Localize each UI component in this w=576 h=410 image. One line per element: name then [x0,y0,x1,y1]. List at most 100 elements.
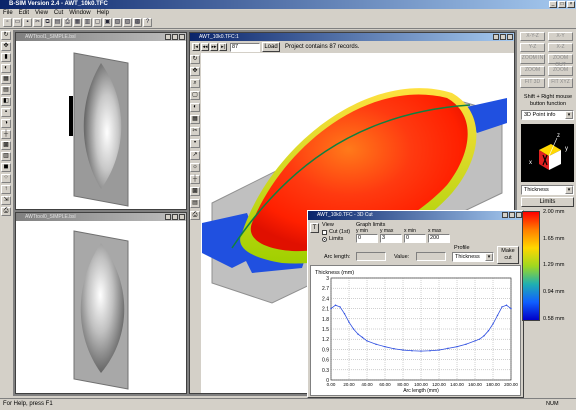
fit-3d-button[interactable]: FIT 3D [520,78,545,88]
tool-axis-icon[interactable]: ┼ [1,130,11,139]
help-icon[interactable]: ? [143,18,152,27]
dlg-max-button[interactable] [509,212,515,218]
tool-view-bottom-left[interactable] [16,221,186,393]
win-min-button[interactable] [493,34,499,40]
window-bottom-left-title[interactable]: AWTtool0_SIMPLE.bsl [16,213,186,221]
print-icon[interactable]: ⎙ [63,18,72,27]
win-max-button[interactable] [172,34,178,40]
view-layer-icon[interactable]: ▤ [190,199,200,208]
limits-button[interactable]: Limits [521,197,574,207]
print-preview-icon[interactable]: ▩ [133,18,142,27]
chevron-down-icon[interactable]: ▾ [485,253,493,261]
view-rotate-icon[interactable]: ↻ [190,55,200,64]
view-light-icon[interactable]: ☼ [190,163,200,172]
zoom-out-button[interactable]: ZOOM OUT [548,54,573,68]
chevron-down-icon[interactable]: ▾ [565,111,573,119]
win-close-button[interactable] [507,34,513,40]
cut-first-option[interactable]: Cut (1st) [322,229,350,235]
tool-fill-icon[interactable]: ◼ [1,163,11,172]
xmin-input[interactable]: 0 [404,234,426,243]
prev-record-button[interactable]: ◂◂ [201,43,209,51]
tool-wire-icon[interactable]: ▥ [1,152,11,161]
view-fit-icon[interactable]: ▢ [190,91,200,100]
menu-cut[interactable]: Cut [54,9,63,17]
tool-shade-icon[interactable]: ◐ [1,64,11,73]
view-zoom-icon[interactable]: ⌕ [190,79,200,88]
copy-icon[interactable]: ⧉ [43,18,52,27]
win-close-button[interactable] [179,34,185,40]
view-point-icon[interactable]: • [190,139,200,148]
last-record-button[interactable]: ▸| [219,43,227,51]
zoom-window-button[interactable]: ZOOM [520,66,545,76]
first-record-button[interactable]: |◂ [192,43,200,51]
win-max-button[interactable] [172,214,178,220]
ymin-input[interactable]: 0 [356,234,378,243]
record-number-input[interactable]: 87 [230,43,260,52]
view-axis-icon[interactable]: ┼ [190,175,200,184]
tool-rotate-icon[interactable]: ↻ [1,31,11,40]
tile-icon[interactable]: ▥ [83,18,92,27]
tool-export-icon[interactable]: ⇲ [1,196,11,205]
tool-normal-icon[interactable]: ↑ [1,185,11,194]
dialog-tool-icon[interactable]: T [310,223,319,233]
save-icon[interactable]: ▪ [23,18,32,27]
load-button[interactable]: Load [262,42,280,52]
window-bottom-left[interactable]: AWTtool0_SIMPLE.bsl [15,212,187,394]
orientation-cube[interactable]: z y x [521,124,574,182]
view-xz-button[interactable]: X-Z [548,43,573,52]
view-xyz-button[interactable]: X-Y-Z [520,32,545,41]
maximize-button[interactable]: □ [558,1,566,8]
tool-points-icon[interactable]: ⁘ [1,174,11,183]
win-min-button[interactable] [165,34,171,40]
make-cut-button[interactable]: Make cut [497,246,519,264]
tool-measure-icon[interactable]: ◧ [1,97,11,106]
tool-node-icon[interactable]: ▪ [1,108,11,117]
variable-select[interactable]: Thickness ▾ [521,185,574,195]
fit-xyz-button[interactable]: FIT XYZ [548,78,573,88]
window-top-left[interactable]: AWTtool1_SIMPLE.bsl [15,32,187,210]
tool-mesh-icon[interactable]: ▦ [1,75,11,84]
view-xy-button[interactable]: X-Y [548,32,573,41]
view-shade-icon[interactable]: ◐ [190,103,200,112]
tool-select-icon[interactable]: ▮ [1,53,11,62]
cut-dialog-title[interactable]: AWT_10k0.TFC - 3D Cut [308,211,523,220]
view-color-icon[interactable]: ▩ [190,187,200,196]
paste-icon[interactable]: ▤ [53,18,62,27]
tool-color-icon[interactable]: ▩ [1,141,11,150]
menu-file[interactable]: File [3,9,13,17]
tool-pan-icon[interactable]: ✥ [1,42,11,51]
zoom-in-button[interactable]: ZOOM IN [520,54,545,64]
menu-window[interactable]: Window [69,9,90,17]
limits-option[interactable]: Limits [322,236,343,242]
menu-view[interactable]: View [35,9,48,17]
win-max-button[interactable] [500,34,506,40]
chart-icon[interactable]: ▨ [123,18,132,27]
view-vector-icon[interactable]: ↗ [190,151,200,160]
tool-section-icon[interactable]: ▤ [1,86,11,95]
tool-light-icon[interactable]: ◑ [1,119,11,128]
mouse-mode-select[interactable]: 3D Point info ▾ [521,110,574,120]
view-yz-button[interactable]: Y-Z [520,43,545,52]
dlg-min-button[interactable] [502,212,508,218]
view-cut-icon[interactable]: ✂ [190,127,200,136]
layout-icon[interactable]: ▣ [103,18,112,27]
window-top-left-title[interactable]: AWTtool1_SIMPLE.bsl [16,33,186,41]
menu-help[interactable]: Help [97,9,109,17]
window-main-title[interactable]: AWT_10k0.TFC:1 [190,33,514,41]
cut-icon[interactable]: ✂ [33,18,42,27]
close-button[interactable]: × [567,1,575,8]
grid-icon[interactable]: ▦ [73,18,82,27]
ymax-input[interactable]: 3 [380,234,402,243]
view-print-icon[interactable]: ⎙ [190,211,200,220]
win-close-button[interactable] [179,214,185,220]
radio-icon[interactable] [322,236,327,242]
view-pan-icon[interactable]: ✥ [190,67,200,76]
menu-edit[interactable]: Edit [19,9,29,17]
checkbox-icon[interactable] [322,229,327,235]
profile-select[interactable]: Thickness ▾ [452,252,494,262]
next-record-button[interactable]: ▸▸ [210,43,218,51]
cut-dialog[interactable]: AWT_10k0.TFC - 3D Cut T View Cut (1st) L… [307,210,524,398]
chevron-down-icon[interactable]: ▾ [565,186,573,194]
zoom-all-button[interactable]: ZOOM [548,66,573,76]
new-file-icon[interactable]: ▫ [3,18,12,27]
